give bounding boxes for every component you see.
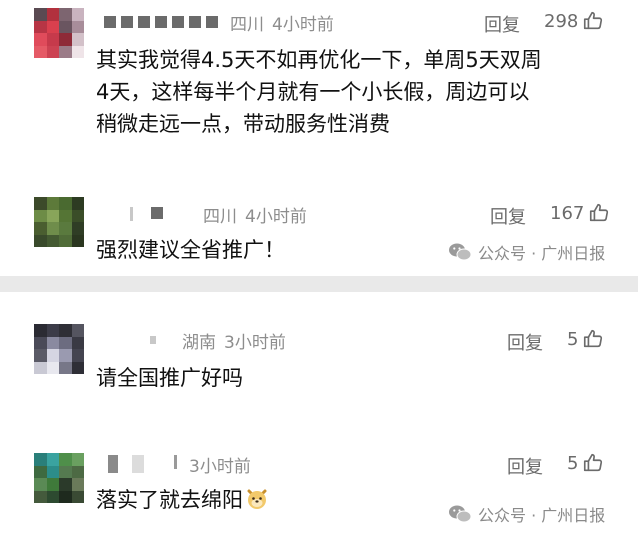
comment-meta: 3小时前 <box>108 452 251 477</box>
comment-body: 其实我觉得4.5天不如再优化一下，单周5天双周 4天，这样每半个月就有一个小长假… <box>96 44 542 140</box>
comment-text-line: 落实了就去绵阳 <box>96 484 269 516</box>
timestamp: 3小时前 <box>189 456 251 477</box>
masked-username[interactable] <box>108 455 177 473</box>
region-label: 四川 <box>230 14 264 35</box>
avatar[interactable] <box>34 8 84 58</box>
reply-button[interactable]: 回复 <box>484 11 520 37</box>
comment-panel-1: 四川 4小时前 回复 298 其实我觉得4.5天不如再优化一下，单周5天双周 4… <box>0 0 638 276</box>
reply-button[interactable]: 回复 <box>490 203 526 229</box>
comment-text-line: 4天，这样每半个月就有一个小长假，周边可以 <box>96 80 530 104</box>
region-label: 四川 <box>203 206 237 227</box>
thumbs-up-icon <box>584 11 603 30</box>
comment-panel-2: 湖南 3小时前 回复 5 请全国推广好吗 3小时前 回复 5 落实了就去绵阳 公… <box>0 292 638 539</box>
source-watermark: 公众号 · 广州日报 <box>448 502 605 526</box>
region-label: 湖南 <box>182 332 216 353</box>
comment-body: 落实了就去绵阳 <box>96 484 269 516</box>
thumbs-up-icon <box>590 203 609 222</box>
comment-text-line: 稍微走远一点，带动服务性消费 <box>96 112 390 136</box>
like-count: 5 <box>567 452 579 474</box>
comment-meta: 四川 4小时前 <box>104 10 334 35</box>
thumbs-up-icon <box>584 329 603 348</box>
timestamp: 4小时前 <box>245 206 307 227</box>
like-button[interactable]: 167 <box>550 202 610 224</box>
comment-meta: 四川 4小时前 <box>130 202 307 227</box>
masked-username[interactable] <box>150 336 156 344</box>
like-count: 5 <box>567 328 579 350</box>
watermark-text: 公众号 · 广州日报 <box>478 506 606 525</box>
avatar[interactable] <box>34 324 84 374</box>
like-button[interactable]: 298 <box>544 10 604 32</box>
timestamp: 4小时前 <box>272 14 334 35</box>
reply-button[interactable]: 回复 <box>507 453 543 479</box>
avatar[interactable] <box>34 453 84 503</box>
masked-username[interactable] <box>130 207 163 221</box>
comment-body: 请全国推广好吗 <box>96 362 243 394</box>
comment-text-line: 其实我觉得4.5天不如再优化一下，单周5天双周 <box>96 48 542 72</box>
masked-username[interactable] <box>104 16 218 28</box>
timestamp: 3小时前 <box>224 332 286 353</box>
comment-text: 落实了就去绵阳 <box>96 488 243 512</box>
like-count: 167 <box>550 202 585 224</box>
comment-meta: 湖南 3小时前 <box>150 328 286 353</box>
comment-text-line: 强烈建议全省推广！ <box>96 238 285 262</box>
like-button[interactable]: 5 <box>567 328 604 350</box>
like-count: 298 <box>544 10 579 32</box>
thumbs-up-icon <box>584 453 603 472</box>
wechat-icon <box>449 243 472 261</box>
wechat-icon <box>449 505 472 523</box>
comment-body: 强烈建议全省推广！ <box>96 234 285 266</box>
comment-text-line: 请全国推广好吗 <box>96 366 243 390</box>
dog-face-emoji-icon <box>247 489 267 509</box>
watermark-text: 公众号 · 广州日报 <box>478 244 606 263</box>
like-button[interactable]: 5 <box>567 452 604 474</box>
source-watermark: 公众号 · 广州日报 <box>448 240 605 264</box>
reply-button[interactable]: 回复 <box>507 329 543 355</box>
avatar[interactable] <box>34 197 84 247</box>
